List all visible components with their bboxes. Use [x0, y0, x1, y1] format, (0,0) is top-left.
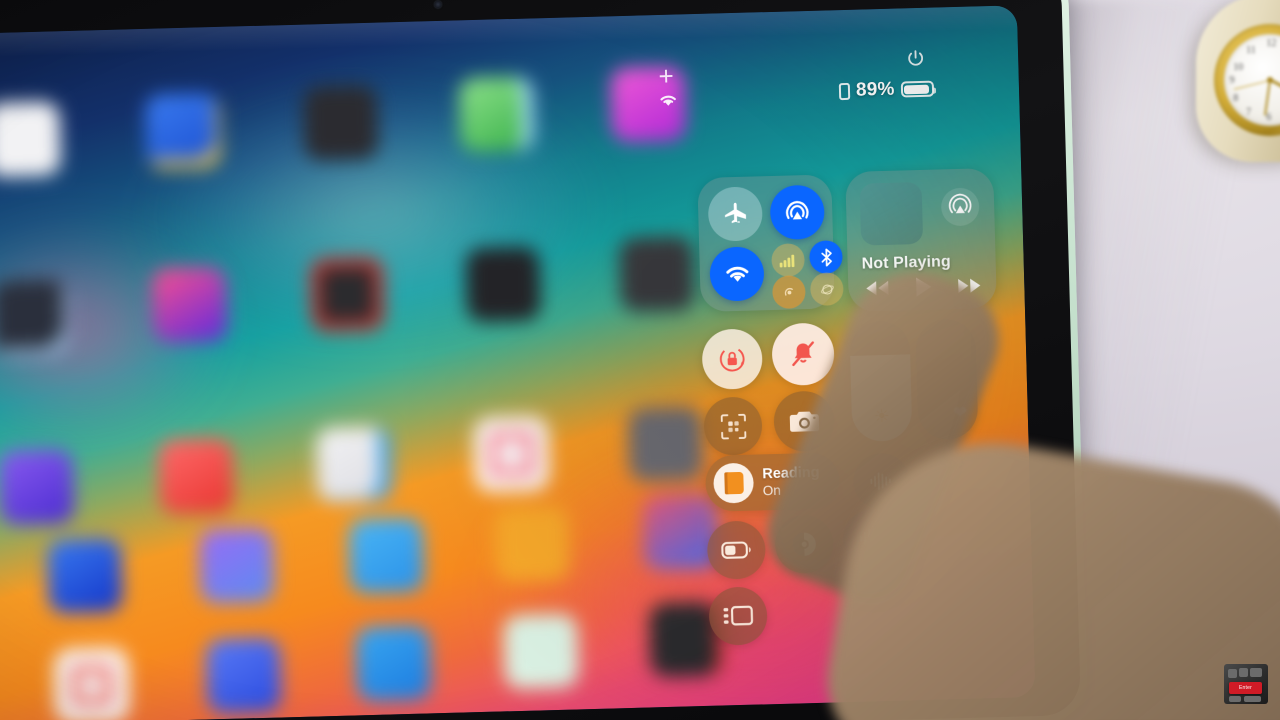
- satellite-icon: [820, 284, 834, 295]
- personal-hotspot-toggle[interactable]: [771, 275, 806, 310]
- bluetooth-toggle[interactable]: [809, 240, 843, 275]
- album-artwork: [859, 181, 924, 246]
- stage-manager-toggle[interactable]: [708, 586, 768, 646]
- wifi-toggle[interactable]: [709, 246, 765, 302]
- watermark-key: [1239, 668, 1248, 677]
- brightness-slider-fill: [850, 353, 913, 442]
- cellular-data-toggle[interactable]: [771, 243, 805, 278]
- watermark-enter-key: Enter: [1229, 682, 1262, 694]
- now-playing-module[interactable]: Not Playing: [845, 168, 997, 312]
- contrast-circle-icon: [792, 532, 816, 556]
- waveform-icon: [860, 528, 883, 549]
- low-power-mode-toggle[interactable]: [706, 520, 767, 580]
- airdrop-toggle[interactable]: [769, 184, 825, 241]
- airplane-mode-toggle[interactable]: [707, 186, 764, 242]
- volume-slider-fill: [918, 438, 979, 441]
- bell-slash-icon: [792, 341, 814, 367]
- front-camera-icon: [434, 0, 442, 9]
- ipad-device: ❤ ♪ + 89%: [0, 0, 1089, 720]
- reading-tile-title: Reading: [762, 465, 820, 483]
- now-playing-title: Not Playing: [861, 253, 951, 273]
- rewind-icon[interactable]: [864, 279, 890, 298]
- reading-focus-tile[interactable]: Reading On: [704, 452, 841, 512]
- book-icon: [713, 462, 755, 504]
- desk-clock: 12 1 2 3 4 5 6 7 8 9 10 11: [1196, 0, 1280, 162]
- rotation-lock-toggle[interactable]: [701, 328, 764, 390]
- camera-button[interactable]: [773, 390, 835, 453]
- reading-tile-subtitle: On: [762, 482, 781, 498]
- battery-status: 89%: [838, 78, 936, 103]
- media-transport-controls[interactable]: [864, 274, 983, 299]
- waveform-icon: [870, 472, 891, 490]
- qr-code-icon: [720, 413, 746, 439]
- battery-icon: [900, 80, 936, 98]
- power-icon[interactable]: [905, 48, 927, 70]
- wifi-icon: [660, 95, 676, 106]
- battery-cap: [933, 87, 936, 94]
- connectivity-module[interactable]: [697, 174, 844, 312]
- airdrop-icon: [786, 200, 809, 220]
- cellular-bars-icon: [779, 254, 795, 268]
- brightness-icon: ☀: [873, 405, 891, 427]
- watermark-key: [1228, 669, 1237, 678]
- airplane-icon: [724, 202, 746, 223]
- clock-number: 9: [1229, 75, 1235, 87]
- watermark-key: [1250, 668, 1262, 677]
- code-scanner-toggle[interactable]: [703, 396, 763, 456]
- battery-icon: [721, 541, 751, 559]
- watermark-key: [1229, 696, 1241, 702]
- clock-number: 11: [1246, 45, 1256, 56]
- clock-minute-hand: [1264, 79, 1272, 116]
- wifi-icon: [725, 266, 748, 282]
- ipad-screen[interactable]: ❤ ♪ + 89%: [0, 5, 1036, 720]
- watermark-label: Enter: [1239, 685, 1252, 691]
- plus-icon[interactable]: +: [658, 61, 674, 91]
- silent-mode-toggle[interactable]: [771, 322, 835, 387]
- battery-percent-label: 89%: [855, 78, 895, 101]
- clock-number: 6: [1266, 112, 1272, 124]
- channel-watermark: Enter: [1224, 664, 1268, 704]
- airplay-icon: [941, 187, 980, 226]
- sound-recognition-toggle[interactable]: [852, 452, 911, 510]
- camera-icon: [789, 411, 819, 432]
- brightness-slider[interactable]: ☀: [849, 320, 913, 442]
- voice-memos-toggle[interactable]: [842, 508, 902, 569]
- book-glyph: [723, 471, 744, 495]
- bluetooth-icon: [820, 248, 832, 267]
- volume-slider[interactable]: [915, 318, 979, 441]
- clock-number: 12: [1266, 38, 1277, 49]
- dark-mode-toggle[interactable]: [774, 514, 835, 575]
- stage-manager-icon: [723, 605, 754, 626]
- control-center[interactable]: Not Playing ☀ Reading On: [697, 166, 1011, 684]
- watermark-key: [1244, 696, 1261, 702]
- satellite-toggle[interactable]: [809, 272, 844, 306]
- play-icon[interactable]: [913, 276, 934, 299]
- ipad-icon: [838, 82, 851, 100]
- reading-tile-text: Reading On: [762, 465, 820, 498]
- hotspot-icon: [784, 287, 793, 296]
- clock-number: 10: [1233, 62, 1244, 73]
- airplay-button[interactable]: [940, 186, 981, 227]
- rotation-lock-icon: [719, 346, 745, 372]
- clock-number: 8: [1233, 92, 1239, 104]
- clock-face: 12 1 2 3 4 5 6 7 8 9 10 11: [1224, 34, 1280, 126]
- fast-forward-icon[interactable]: [956, 276, 982, 295]
- battery-fill: [904, 84, 930, 94]
- clock-number: 7: [1246, 106, 1252, 118]
- screenshot-scene: 12 1 2 3 4 5 6 7 8 9 10 11: [0, 0, 1280, 720]
- clock-second-hand: [1233, 79, 1271, 90]
- clock-center-pin: [1267, 77, 1273, 83]
